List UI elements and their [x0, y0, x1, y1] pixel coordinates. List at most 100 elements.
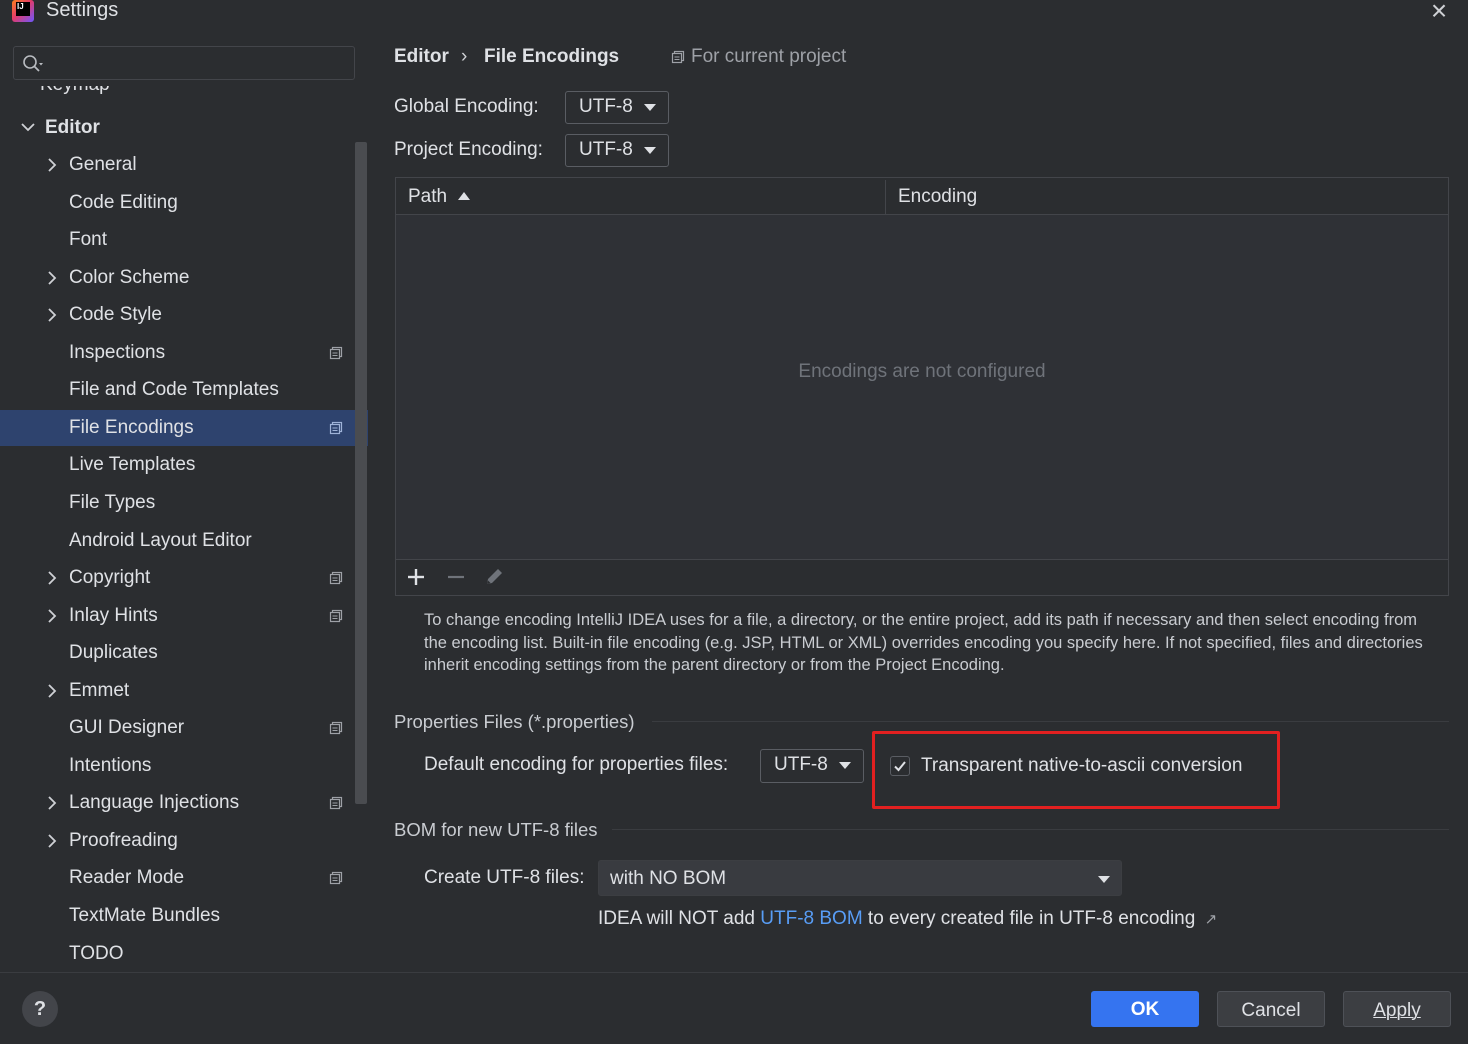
- apply-label: Apply: [1373, 1000, 1421, 1021]
- chevron-right-icon[interactable]: [44, 297, 60, 333]
- sidebar-item-keymap[interactable]: Keymap: [40, 86, 130, 100]
- section-separator: [652, 721, 1449, 722]
- sidebar-item-intentions[interactable]: Intentions: [0, 748, 368, 784]
- project-scope-icon: [329, 346, 343, 360]
- sidebar-item-inspections[interactable]: Inspections: [0, 335, 368, 371]
- bom-dropdown[interactable]: with NO BOM: [598, 860, 1122, 896]
- breadcrumb-editor[interactable]: Editor: [394, 44, 449, 70]
- sidebar-item-duplicates[interactable]: Duplicates: [0, 635, 368, 671]
- help-button[interactable]: ?: [22, 991, 58, 1027]
- apply-button[interactable]: Apply: [1343, 991, 1451, 1027]
- bom-note-prefix: IDEA will NOT add: [598, 908, 761, 929]
- chevron-right-icon[interactable]: [44, 560, 60, 596]
- sidebar-scrollbar[interactable]: [355, 142, 367, 804]
- title-bar: IJ Settings ×: [0, 0, 1468, 36]
- sidebar-item-file-encodings[interactable]: File Encodings: [0, 410, 368, 446]
- bom-note: IDEA will NOT add UTF-8 BOM to every cre…: [598, 908, 1217, 930]
- global-encoding-dropdown[interactable]: UTF-8: [565, 91, 669, 124]
- sidebar-item-label: Code Style: [69, 304, 162, 325]
- bom-section-title: BOM for new UTF-8 files: [394, 819, 598, 840]
- chevron-right-icon[interactable]: [44, 147, 60, 183]
- add-icon[interactable]: [404, 565, 428, 589]
- project-scope-icon: [329, 721, 343, 735]
- chevron-right-icon[interactable]: [44, 260, 60, 296]
- chevron-right-icon[interactable]: [44, 823, 60, 859]
- chevron-right-icon[interactable]: [44, 598, 60, 634]
- sidebar-group-label: Editor: [45, 117, 100, 138]
- sidebar-item-color-scheme[interactable]: Color Scheme: [0, 260, 368, 296]
- search-input[interactable]: [13, 46, 355, 80]
- sidebar-item-reader-mode[interactable]: Reader Mode: [0, 860, 368, 896]
- cancel-button[interactable]: Cancel: [1217, 991, 1325, 1027]
- sidebar-item-file-and-code-templates[interactable]: File and Code Templates: [0, 372, 368, 408]
- sidebar-item-label: Duplicates: [69, 642, 158, 663]
- sidebar-item-label: Font: [69, 229, 108, 250]
- sidebar-item-label: General: [69, 154, 137, 175]
- close-button[interactable]: ×: [1424, 0, 1454, 28]
- sidebar-item-emmet[interactable]: Emmet: [0, 673, 368, 709]
- sidebar-item-label: GUI Designer: [69, 717, 185, 738]
- dropdown-arrow-icon: [1098, 876, 1110, 883]
- remove-icon[interactable]: [444, 565, 468, 589]
- create-utf8-label: Create UTF-8 files:: [424, 867, 585, 888]
- ok-button[interactable]: OK: [1091, 991, 1199, 1027]
- sidebar-group-editor[interactable]: Editor: [0, 110, 368, 146]
- sidebar-item-label: Language Injections: [69, 792, 240, 813]
- edit-pencil-icon[interactable]: [482, 565, 506, 589]
- checkmark-icon: [894, 761, 906, 772]
- sidebar-item-live-templates[interactable]: Live Templates: [0, 447, 368, 483]
- sidebar-item-textmate-bundles[interactable]: TextMate Bundles: [0, 898, 368, 934]
- project-encoding-label: Project Encoding:: [394, 139, 543, 160]
- project-encoding-dropdown[interactable]: UTF-8: [565, 134, 669, 167]
- sidebar-item-font[interactable]: Font: [0, 222, 368, 258]
- project-scope-icon: [329, 609, 343, 623]
- breadcrumb-separator: ›: [461, 46, 468, 67]
- sidebar-item-label: Copyright: [69, 567, 151, 588]
- project-scope-icon: [329, 796, 343, 810]
- sidebar-item-label: Inspections: [69, 342, 166, 363]
- sort-ascending-icon: [458, 192, 470, 200]
- sidebar-item-gui-designer[interactable]: GUI Designer: [0, 710, 368, 746]
- sidebar-item-todo[interactable]: TODO: [0, 936, 368, 972]
- project-scope-icon: [329, 871, 343, 885]
- chevron-right-icon[interactable]: [44, 673, 60, 709]
- column-divider[interactable]: [885, 180, 886, 214]
- sidebar-item-android-layout-editor[interactable]: Android Layout Editor: [0, 523, 368, 559]
- native-to-ascii-checkbox[interactable]: [890, 756, 910, 776]
- sidebar-item-label: Inlay Hints: [69, 605, 158, 626]
- sidebar-item-label: Proofreading: [69, 830, 178, 851]
- native-to-ascii-label[interactable]: Transparent native-to-ascii conversion: [921, 755, 1242, 777]
- window-title: Settings: [46, 0, 119, 21]
- sidebar-item-label: Color Scheme: [69, 267, 190, 288]
- table-header: Path Encoding: [396, 178, 1448, 215]
- table-body[interactable]: Encodings are not configured: [396, 215, 1448, 559]
- sidebar-item-language-injections[interactable]: Language Injections: [0, 785, 368, 821]
- dropdown-arrow-icon: [644, 104, 656, 111]
- global-encoding-value: UTF-8: [579, 96, 633, 117]
- sidebar-item-label: Reader Mode: [69, 867, 185, 888]
- column-header-path[interactable]: Path: [408, 178, 447, 216]
- sidebar-item-label: Code Editing: [69, 192, 178, 213]
- sidebar-item-copyright[interactable]: Copyright: [0, 560, 368, 596]
- column-header-encoding[interactable]: Encoding: [898, 178, 977, 216]
- utf8-bom-link[interactable]: UTF-8 BOM: [760, 908, 862, 929]
- dropdown-arrow-icon: [644, 147, 656, 154]
- dropdown-arrow-icon: [839, 762, 851, 769]
- properties-encoding-dropdown[interactable]: UTF-8: [760, 749, 864, 783]
- sidebar-item-general[interactable]: General: [0, 147, 368, 183]
- project-scope-icon: [671, 50, 685, 64]
- breadcrumb-current: File Encodings: [484, 46, 620, 67]
- sidebar-item-label: TODO: [69, 943, 124, 964]
- properties-encoding-value: UTF-8: [774, 754, 828, 775]
- sidebar-item-code-editing[interactable]: Code Editing: [0, 185, 368, 221]
- sidebar-item-label: TextMate Bundles: [69, 905, 221, 926]
- project-scope-icon: [329, 571, 343, 585]
- default-properties-encoding-label: Default encoding for properties files:: [424, 754, 729, 775]
- chevron-right-icon[interactable]: [44, 785, 60, 821]
- sidebar-item-proofreading[interactable]: Proofreading: [0, 823, 368, 859]
- sidebar-item-code-style[interactable]: Code Style: [0, 297, 368, 333]
- section-separator: [612, 829, 1449, 830]
- sidebar-item-file-types[interactable]: File Types: [0, 485, 368, 521]
- intellij-logo-icon: IJ: [10, 0, 36, 22]
- sidebar-item-inlay-hints[interactable]: Inlay Hints: [0, 598, 368, 634]
